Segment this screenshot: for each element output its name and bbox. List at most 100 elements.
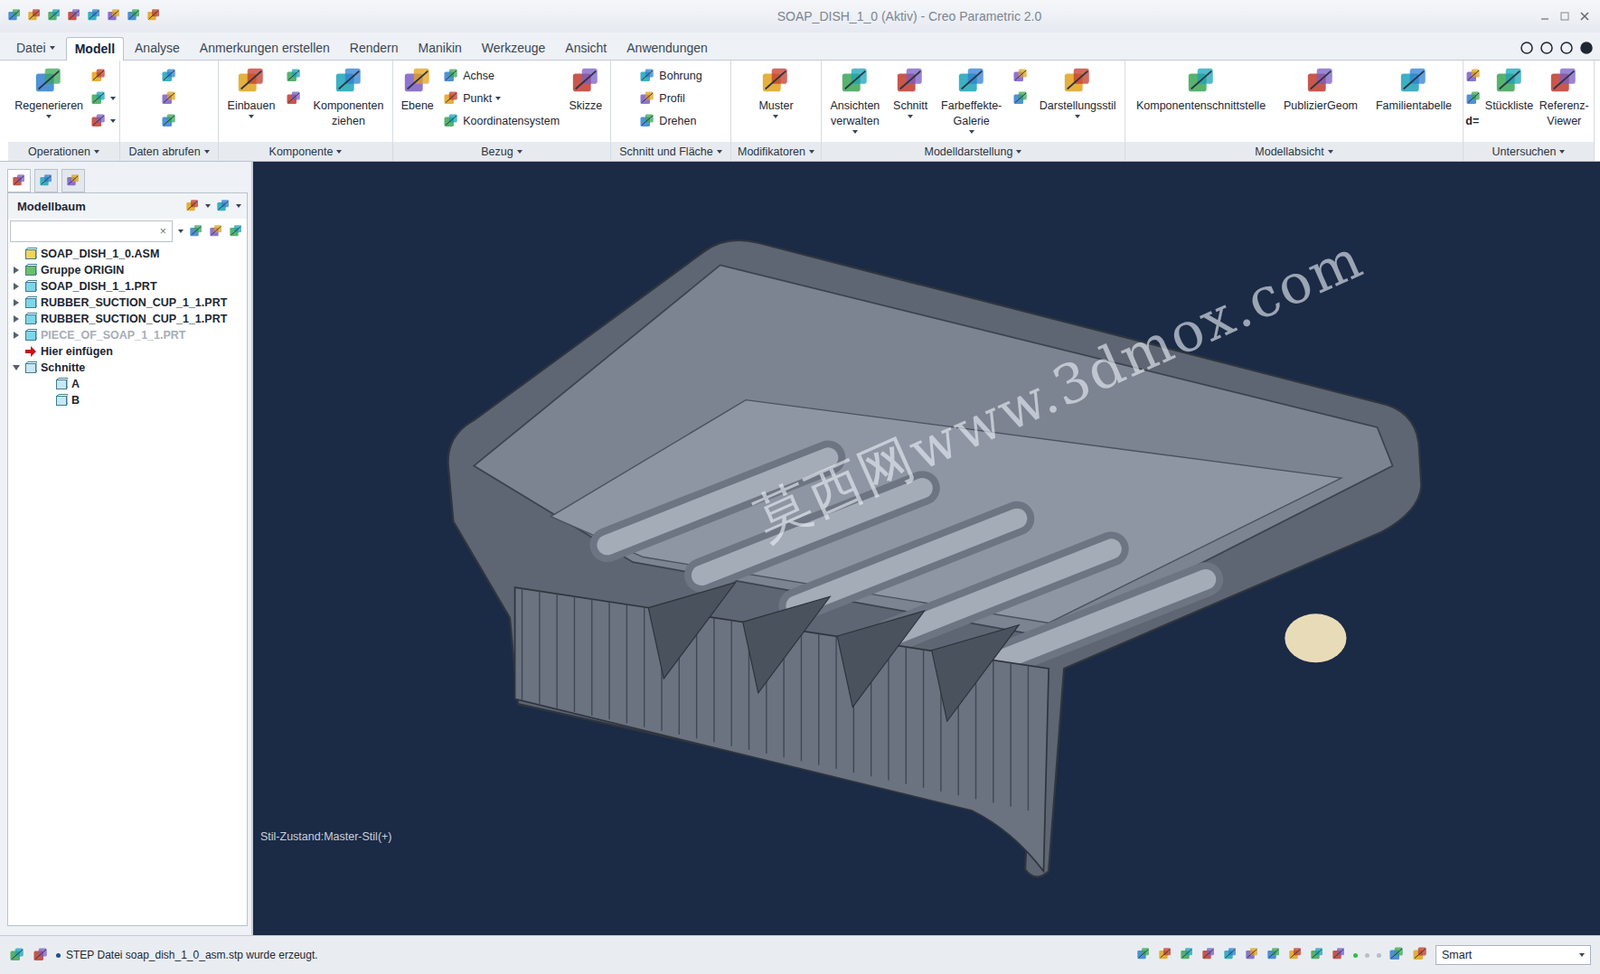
ribbon-large-button[interactable]: Regenerieren	[11, 64, 86, 121]
window-button[interactable]	[1411, 946, 1429, 966]
ribbon-small-button[interactable]	[285, 65, 302, 85]
ribbon-group-label[interactable]: Modelldarstellung	[821, 141, 1125, 161]
quick-access-button[interactable]	[106, 8, 122, 26]
ribbon-group-label[interactable]: Modifikatoren	[731, 141, 821, 161]
collapsed-arrow-icon[interactable]	[12, 282, 20, 291]
quick-access-button[interactable]	[66, 8, 82, 26]
tree-item[interactable]: B	[8, 392, 247, 409]
view-tool-button[interactable]	[1266, 947, 1281, 965]
tree-item[interactable]: SOAP_DISH_1_1.PRT	[8, 278, 247, 295]
navigator-tab[interactable]	[61, 169, 85, 193]
ribbon-large-button[interactable]: Farbeffekte-Galerie	[938, 64, 1005, 136]
ribbon-small-button[interactable]	[285, 88, 302, 108]
view-tool-button[interactable]	[1331, 947, 1346, 965]
view-tool-button[interactable]	[1309, 947, 1325, 965]
help-tool-icon[interactable]	[1560, 41, 1573, 55]
collapsed-arrow-icon[interactable]	[12, 331, 20, 339]
ribbon-large-button[interactable]: Skizze	[565, 64, 605, 114]
ribbon-small-button[interactable]: Drehen	[639, 111, 702, 131]
maximize-icon[interactable]	[1560, 11, 1570, 21]
tree-item[interactable]: Schnitte	[8, 359, 247, 377]
collapsed-arrow-icon[interactable]	[12, 315, 20, 323]
soap-dish-model[interactable]	[253, 161, 1600, 936]
ribbon-large-button[interactable]: Komponentenziehen	[310, 64, 387, 130]
ribbon-group-label[interactable]: Modellabsicht	[1125, 141, 1463, 161]
graphics-viewport[interactable]: 莫西网www.3dmox.comStil-Zustand:Master-Stil…	[253, 161, 1600, 936]
dropdown-caret-icon[interactable]	[178, 229, 184, 234]
selection-filter[interactable]: Smart	[1435, 945, 1591, 966]
ribbon-tab[interactable]: Anmerkungen erstellen	[190, 36, 339, 60]
ribbon-small-button[interactable]: Punkt	[442, 88, 560, 108]
tree-item[interactable]: PIECE_OF_SOAP_1_1.PRT	[8, 327, 247, 344]
tree-item[interactable]: A	[8, 376, 247, 393]
expanded-arrow-icon[interactable]	[12, 364, 20, 372]
tree-item[interactable]: SOAP_DISH_1_0.ASM	[8, 245, 247, 263]
clear-search-button[interactable]: ×	[160, 225, 167, 238]
ribbon-small-button[interactable]	[160, 88, 178, 108]
view-tool-button[interactable]	[1244, 947, 1260, 965]
ribbon-small-button[interactable]: Profil	[639, 88, 702, 108]
ribbon-small-button[interactable]	[160, 111, 178, 131]
ribbon-small-button[interactable]	[160, 65, 178, 85]
ribbon-small-button[interactable]: d=	[1465, 111, 1482, 131]
collapsed-arrow-icon[interactable]	[12, 299, 20, 307]
view-tool-button[interactable]	[1201, 947, 1216, 965]
tree-item[interactable]: RUBBER_SUCTION_CUP_1_1.PRT	[8, 310, 247, 328]
tree-search-field[interactable]: ×	[9, 220, 173, 243]
ribbon-small-button[interactable]: Koordinatensystem	[442, 111, 560, 131]
ribbon-tab[interactable]: Rendern	[340, 36, 408, 60]
ribbon-tab[interactable]: Datei	[7, 36, 65, 60]
ribbon-tab[interactable]: Anwendungen	[617, 36, 717, 60]
quick-access-button[interactable]	[146, 8, 161, 26]
ribbon-large-button[interactable]: Muster	[755, 64, 796, 121]
ribbon-small-button[interactable]	[1465, 65, 1482, 85]
ribbon-tab[interactable]: Werkzeuge	[472, 36, 556, 60]
ribbon-tab[interactable]: Ansicht	[555, 36, 616, 60]
quick-access-button[interactable]	[126, 8, 142, 26]
ribbon-large-button[interactable]: PublizierGeom	[1280, 64, 1361, 114]
view-tool-button[interactable]	[1223, 947, 1238, 965]
ribbon-small-button[interactable]	[1465, 88, 1482, 108]
ribbon-large-button[interactable]: Ebene	[398, 64, 437, 114]
ribbon-large-button[interactable]: Darstellungsstil	[1036, 64, 1120, 121]
navigator-tab[interactable]	[34, 169, 58, 193]
tree-item[interactable]: Gruppe ORIGIN	[8, 262, 247, 279]
ribbon-group-label[interactable]: Komponente	[218, 141, 393, 161]
tree-item[interactable]: RUBBER_SUCTION_CUP_1_1.PRT	[8, 294, 247, 311]
navigator-tab[interactable]	[7, 169, 31, 193]
ribbon-group-label[interactable]: Bezug	[393, 141, 611, 161]
ribbon-small-button[interactable]: Bohrung	[639, 65, 702, 85]
dropdown-caret-icon[interactable]	[235, 204, 242, 208]
ribbon-tab[interactable]: Analyse	[125, 36, 189, 60]
close-icon[interactable]	[1580, 11, 1590, 21]
dropdown-caret-icon[interactable]	[205, 204, 211, 208]
tree-item[interactable]: Hier einfügen	[8, 343, 247, 360]
ribbon-group-label[interactable]: Daten abrufen	[120, 141, 218, 161]
ribbon-group-label[interactable]: Schnitt und Fläche	[611, 141, 731, 161]
ribbon-large-button[interactable]: Ansichtenverwalten	[827, 64, 883, 136]
quick-access-button[interactable]	[7, 8, 22, 26]
help-tool-icon[interactable]	[1540, 41, 1553, 55]
ribbon-small-button[interactable]: Achse	[442, 65, 560, 85]
ribbon-large-button[interactable]: Schnitt	[890, 64, 931, 121]
minimize-icon[interactable]	[1540, 11, 1550, 21]
ribbon-large-button[interactable]: Familientabelle	[1373, 64, 1455, 114]
help-tool-icon[interactable]	[1580, 41, 1593, 55]
ribbon-tab[interactable]: Manikin	[409, 36, 471, 60]
view-tool-button[interactable]	[1136, 947, 1151, 965]
ribbon-group-label[interactable]: Untersuchen	[1463, 141, 1594, 161]
quick-access-button[interactable]	[86, 8, 102, 26]
ribbon-tab[interactable]: Modell	[65, 37, 124, 61]
find-button[interactable]	[1388, 946, 1405, 966]
ribbon-large-button[interactable]: Komponentenschnittstelle	[1133, 64, 1269, 114]
quick-access-button[interactable]	[27, 8, 42, 26]
ribbon-small-button[interactable]	[90, 111, 116, 131]
help-tool-icon[interactable]	[1520, 41, 1534, 55]
ribbon-small-button[interactable]	[90, 88, 116, 108]
collapsed-arrow-icon[interactable]	[12, 266, 20, 274]
view-tool-button[interactable]	[1157, 947, 1173, 965]
ribbon-large-button[interactable]: Stückliste	[1482, 64, 1537, 114]
quick-access-button[interactable]	[47, 8, 62, 26]
ribbon-small-button[interactable]	[90, 65, 116, 85]
ribbon-large-button[interactable]: Referenz-Viewer	[1536, 64, 1592, 130]
